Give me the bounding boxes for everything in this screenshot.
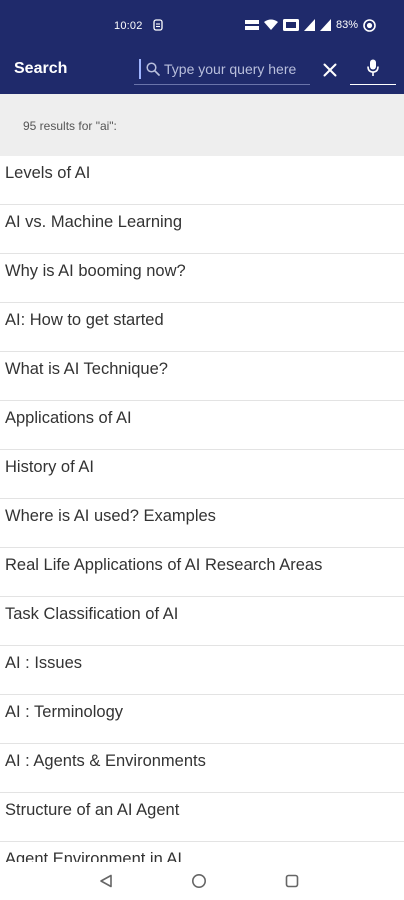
result-item-label: Real Life Applications of AI Research Ar… [5,556,323,574]
lte-icon [282,19,299,31]
battery-icon [363,18,376,32]
result-item[interactable]: Why is AI booming now? [0,254,404,303]
results-count: 95 results for "ai": [23,119,117,133]
result-item[interactable]: Real Life Applications of AI Research Ar… [0,548,404,597]
page-title: Search [14,60,68,77]
result-item[interactable]: What is AI Technique? [0,352,404,401]
navigation-bar [0,862,404,900]
recents-icon [285,874,299,888]
close-icon [323,63,337,77]
result-item[interactable]: AI : Agents & Environments [0,744,404,793]
status-time: 10:02 [114,20,143,32]
result-item[interactable]: Task Classification of AI [0,597,404,646]
search-field[interactable] [134,52,324,85]
wifi-icon [263,19,278,31]
result-item-label: Structure of an AI Agent [5,801,180,819]
result-item[interactable]: Where is AI used? Examples [0,499,404,548]
result-item-label: Why is AI booming now? [5,262,186,280]
recents-button[interactable] [280,870,304,892]
status-icons: 83% [244,18,376,32]
home-icon [192,874,206,888]
result-item-label: What is AI Technique? [5,360,168,378]
result-item-label: Task Classification of AI [5,605,179,623]
status-bar: 10:02 83% [0,0,404,44]
signal-icon [319,19,331,31]
text-cursor [139,59,141,79]
result-item-label: Levels of AI [5,164,91,182]
search-input[interactable] [164,58,324,80]
volte-icon [244,19,259,31]
app-bar: Search [0,44,404,94]
result-item-label: AI : Agents & Environments [5,752,206,770]
result-item[interactable]: AI : Terminology [0,695,404,744]
back-icon [100,874,112,888]
result-item[interactable]: Agent Environment in AI [0,842,404,862]
results-header: 95 results for "ai": [0,94,404,156]
result-item[interactable]: Applications of AI [0,401,404,450]
search-icon [146,62,160,76]
screen: 10:02 83% Search Type your query here 95… [0,0,404,900]
result-item[interactable]: History of AI [0,450,404,499]
result-item[interactable]: AI vs. Machine Learning [0,205,404,254]
result-item[interactable]: Structure of an AI Agent [0,793,404,842]
battery-percent: 83% [335,19,358,31]
signal-icon [303,19,315,31]
result-item[interactable]: AI : Issues [0,646,404,695]
shield-icon [153,19,163,31]
result-item-label: AI : Terminology [5,703,123,721]
back-button[interactable] [94,870,118,892]
mic-icon [367,59,379,76]
result-item[interactable]: Levels of AI [0,156,404,205]
result-item[interactable]: AI: How to get started [0,303,404,352]
result-list: Levels of AI AI vs. Machine Learning Why… [0,156,404,862]
result-item-label: AI vs. Machine Learning [5,213,183,231]
result-item-label: AI : Issues [5,654,83,672]
home-button[interactable] [187,870,211,892]
result-item-label: Agent Environment in AI [5,850,183,862]
result-item-label: History of AI [5,458,94,476]
search-bar [126,52,396,86]
result-item-label: AI: How to get started [5,311,164,329]
result-item-label: Where is AI used? Examples [5,507,216,525]
voice-search-button[interactable] [350,52,396,85]
clear-search-button[interactable] [316,58,344,82]
result-item-label: Applications of AI [5,409,132,427]
